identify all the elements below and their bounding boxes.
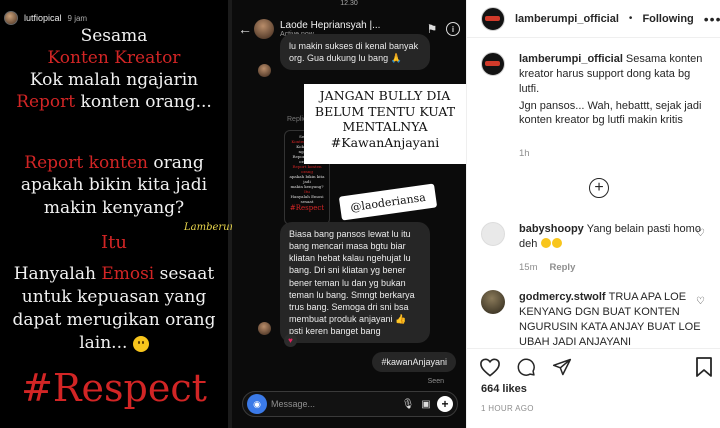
plus-icon: +	[437, 396, 453, 412]
story-username: lutfiopical	[24, 13, 62, 23]
overlay-quote: JANGAN BULLY DIA BELUM TENTU KUAT MENTAL…	[304, 84, 466, 164]
share-send-icon[interactable]	[551, 356, 573, 378]
caption-text: lamberumpi_official Sesama konten kreator…	[519, 52, 703, 128]
story-text: lain...	[79, 333, 128, 353]
gallery-icon: ▣	[421, 398, 431, 410]
comment-text: godmercy.stwolf TRUA APA LOE KENYANG DGN …	[519, 290, 703, 348]
story-screenshot: lutfiopical 9 jam Sesama Konten Kreator …	[0, 0, 228, 428]
smile-emoji-icon	[132, 335, 149, 352]
story-line: Report konten orang...	[0, 92, 228, 112]
caption-body-2: Jgn pansos... Wah, hebattt, sejak jadi k…	[519, 99, 702, 127]
mention-sticker: @laoderiansa	[338, 183, 438, 221]
thumb-line: Hanyalah Emosi sesaat	[290, 194, 324, 204]
microphone-icon: 🎙	[401, 398, 415, 410]
following-button[interactable]: Following	[642, 13, 693, 25]
story-text: konten orang...	[75, 92, 212, 112]
status-bar-time: 12.30	[340, 0, 358, 7]
contact-avatar	[254, 19, 274, 39]
caption: lamberumpi_official Sesama konten kreator…	[481, 52, 717, 162]
separator-dot: •	[628, 13, 633, 24]
story-line: untuk kepuasan yang	[21, 287, 207, 307]
post-sidebar: lamberumpi_official • Following ••• lamb…	[466, 0, 720, 428]
story-line: Hanyalah Emosi sesaat	[0, 264, 228, 284]
message-bubble: Biasa bang pansos lewat lu itu bang menc…	[280, 222, 430, 344]
message-composer: ◉ Message... 🎙 ▣ +	[242, 391, 458, 417]
likes-count[interactable]: 664 likes	[481, 383, 527, 395]
grin-emoji-icon	[541, 237, 552, 248]
camera-icon: ◉	[247, 394, 267, 414]
story-line: Konten Kreator	[47, 48, 181, 68]
comment-bubble-icon[interactable]	[515, 356, 537, 378]
story-line: Sesama	[80, 26, 148, 46]
grin-emoji-icon	[552, 237, 563, 248]
comment-item: godmercy.stwolf TRUA APA LOE KENYANG DGN …	[481, 290, 717, 348]
comment-username[interactable]: babyshoopy	[519, 223, 584, 235]
post-timestamp[interactable]: 1 HOUR AGO	[481, 404, 534, 413]
story-header: lutfiopical 9 jam	[4, 8, 87, 28]
flag-icon: ⚑	[426, 22, 438, 36]
message-bubble: lu makin sukses di kenal banyak org. Gua…	[280, 34, 430, 71]
load-more-comments-icon[interactable]: +	[589, 178, 609, 198]
story-line: Itu	[101, 232, 127, 253]
dm-screenshot: 12.30 ← Laode Hepriansyah |... Active no…	[232, 0, 466, 428]
post-header: lamberumpi_official • Following •••	[467, 0, 720, 38]
commenter-avatar[interactable]	[481, 290, 505, 314]
seen-status: Seen	[427, 378, 444, 385]
story-line: dapat merugikan orang	[12, 310, 216, 330]
thumb-line: apakah bikin kita jadi	[289, 174, 325, 184]
thumb-line: Report konten orang	[292, 164, 322, 174]
author-username[interactable]: lamberumpi_official	[515, 13, 619, 25]
info-icon: i	[446, 22, 460, 36]
story-red-text: Emosi	[101, 264, 155, 284]
bookmark-save-icon[interactable]	[693, 356, 715, 378]
sender-avatar	[258, 64, 271, 77]
story-hashtag: #Respect	[21, 366, 207, 410]
sender-avatar	[258, 322, 271, 335]
comment-text: babyshoopy Yang belain pasti homo deh	[519, 222, 703, 252]
comments-list[interactable]: lamberumpi_official Sesama konten kreator…	[467, 38, 720, 348]
more-options-icon[interactable]: •••	[704, 11, 720, 27]
commenter-avatar[interactable]	[481, 222, 505, 246]
comment-username[interactable]: godmercy.stwolf	[519, 291, 606, 303]
action-bar	[479, 355, 715, 379]
reply-button[interactable]: Reply	[549, 262, 575, 273]
story-line: lain...	[0, 333, 228, 353]
story-time: 9 jam	[67, 13, 88, 23]
sent-message: #kawanAnjayani	[372, 352, 456, 372]
story-red-text: Report	[16, 92, 76, 112]
post-media[interactable]: lutfiopical 9 jam Sesama Konten Kreator …	[0, 0, 466, 428]
back-arrow-icon: ←	[238, 21, 252, 37]
like-heart-icon[interactable]	[479, 356, 501, 378]
thumb-line: #Respect	[289, 204, 325, 212]
author-avatar[interactable]	[481, 6, 505, 31]
caption-time: 1h	[519, 148, 530, 159]
heart-reaction-icon: ♥	[284, 334, 297, 347]
comment-time: 15m	[519, 262, 538, 273]
contact-name: Laode Hepriansyah |...	[280, 19, 381, 31]
like-comment-heart-icon[interactable]: ♡	[696, 296, 705, 307]
caption-username[interactable]: lamberumpi_official	[519, 53, 623, 65]
story-text: sesaat	[154, 264, 215, 284]
story-line: Report konten orang	[0, 153, 228, 173]
story-line: apakah bikin kita jadi	[20, 175, 208, 195]
like-comment-heart-icon[interactable]: ♡	[696, 228, 705, 239]
story-text: Hanyalah	[13, 264, 102, 284]
comment-meta: 15m Reply	[519, 262, 575, 273]
post-actions: 664 likes 1 HOUR AGO	[467, 348, 720, 428]
story-line: Kok malah ngajarin	[29, 70, 199, 90]
story-line: makin kenyang?	[43, 198, 185, 218]
caption-avatar[interactable]	[481, 52, 505, 76]
story-avatar	[4, 11, 18, 25]
story-red-text: Report konten	[24, 153, 148, 173]
story-text: orang	[147, 153, 204, 173]
message-input: Message...	[271, 399, 316, 409]
instagram-post-view: lutfiopical 9 jam Sesama Konten Kreator …	[0, 0, 720, 428]
comment-item: babyshoopy Yang belain pasti homo deh 15m…	[481, 222, 717, 278]
